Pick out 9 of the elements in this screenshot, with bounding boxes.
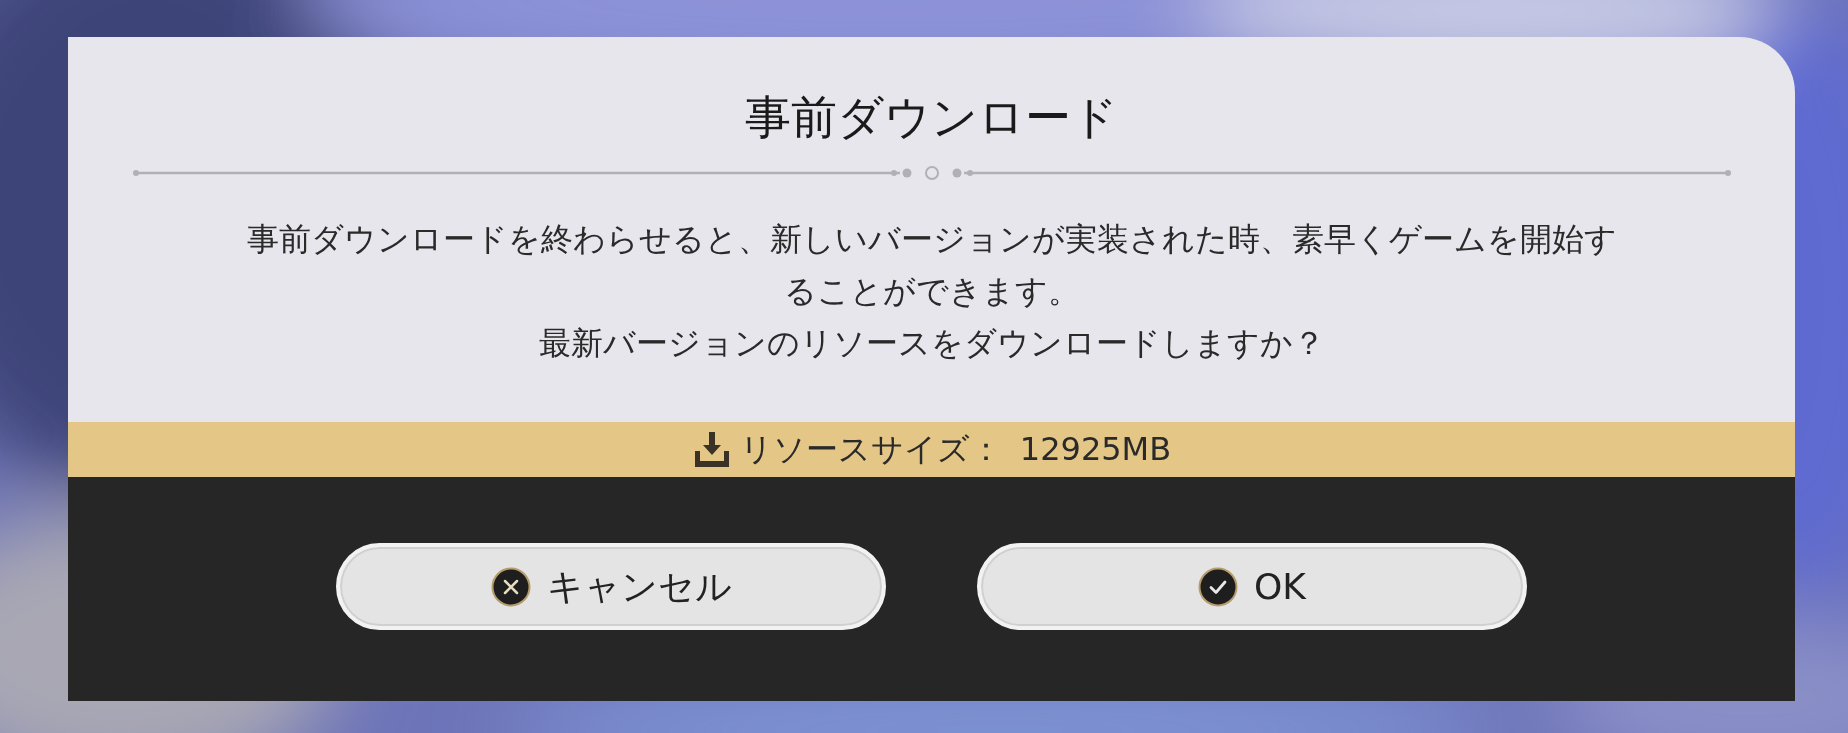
message-text: 最新バージョンのリソースをダウンロードしますか？ — [537, 323, 1326, 365]
resource-size-label: リソースサイズ： — [739, 429, 1002, 470]
resource-size-value: 12925MB — [1019, 429, 1172, 470]
close-icon — [490, 566, 531, 607]
message-text: 事前ダウンロードを終わらせると、新しいバージョンが実装された時、素早くゲームを開始することができます。 — [245, 219, 1618, 313]
cancel-button[interactable]: キャンセル — [336, 543, 886, 631]
dialog-title: 事前ダウンロード — [745, 89, 1118, 145]
ok-button[interactable]: OK — [977, 543, 1527, 631]
checkmark-icon — [1198, 566, 1238, 607]
